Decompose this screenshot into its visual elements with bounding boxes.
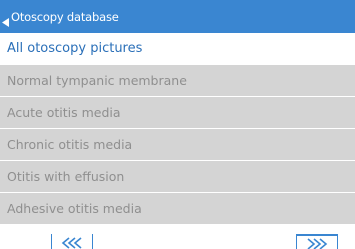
list-item-chronic-otitis-media[interactable]: Chronic otitis media	[0, 129, 355, 161]
list-item-otitis-with-effusion[interactable]: Otitis with effusion	[0, 161, 355, 193]
list-item-label: All otoscopy pictures	[7, 41, 143, 56]
category-list: All otoscopy pictures Normal tympanic me…	[0, 33, 355, 225]
previous-page-button[interactable]	[51, 234, 93, 249]
list-item-label: Adhesive otitis media	[7, 201, 142, 216]
header-bar: Otoscopy database	[0, 0, 355, 33]
otoscopy-database-screen: Otoscopy database All otoscopy pictures …	[0, 0, 355, 249]
triangle-left-icon[interactable]	[2, 12, 10, 27]
list-item-all-otoscopy-pictures[interactable]: All otoscopy pictures	[0, 33, 355, 65]
list-item-normal-tympanic-membrane[interactable]: Normal tympanic membrane	[0, 65, 355, 97]
list-item-label: Acute otitis media	[7, 105, 121, 120]
next-page-button[interactable]	[296, 234, 338, 249]
list-item-adhesive-otitis-media[interactable]: Adhesive otitis media	[0, 193, 355, 225]
double-chevron-right-icon	[305, 238, 329, 249]
list-item-acute-otitis-media[interactable]: Acute otitis media	[0, 97, 355, 129]
list-item-label: Otitis with effusion	[7, 169, 125, 184]
page-title: Otoscopy database	[11, 9, 119, 24]
list-item-label: Normal tympanic membrane	[7, 73, 187, 88]
list-item-label: Chronic otitis media	[7, 137, 133, 152]
double-chevron-left-icon	[60, 237, 84, 249]
